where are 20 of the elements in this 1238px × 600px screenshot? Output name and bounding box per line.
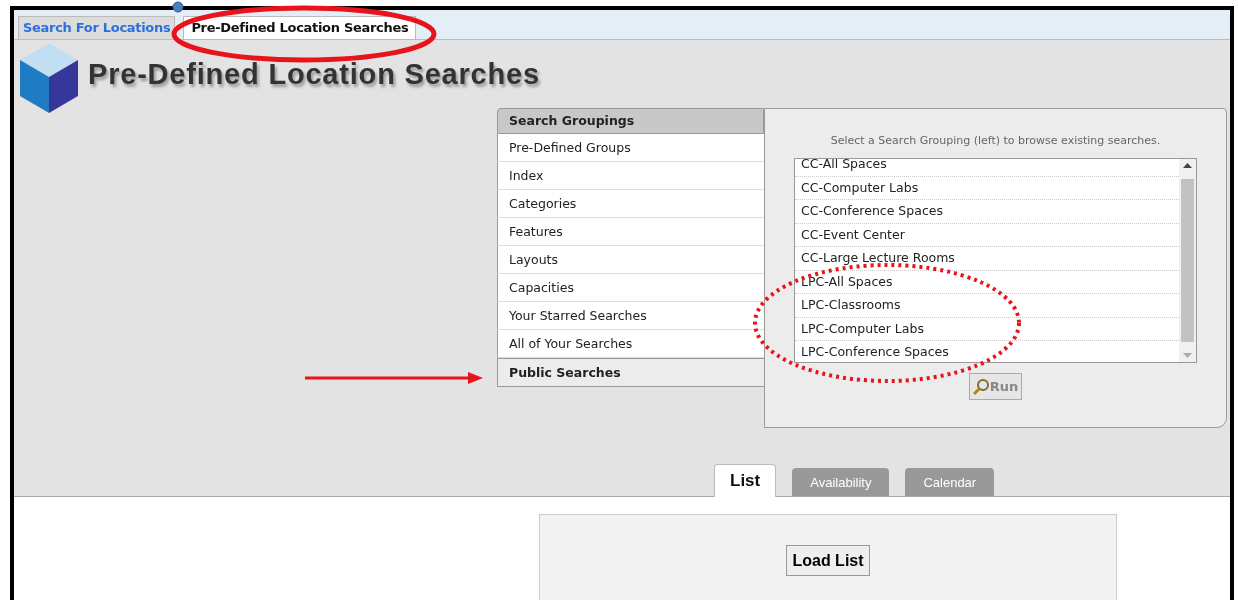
search-item[interactable]: CC-All Spaces xyxy=(795,159,1179,177)
grouping-item[interactable]: Index xyxy=(497,162,764,190)
page-tab[interactable]: Pre-Defined Location Searches xyxy=(183,16,417,39)
grouping-item[interactable]: Categories xyxy=(497,190,764,218)
magnifier-icon xyxy=(972,378,990,395)
grouping-item[interactable]: Public Searches xyxy=(497,358,764,387)
grouping-item[interactable]: All of Your Searches xyxy=(497,330,764,358)
grouping-item[interactable]: Layouts xyxy=(497,246,764,274)
groupings-heading: Search Groupings xyxy=(497,108,764,134)
load-list-button[interactable]: Load List xyxy=(786,545,870,576)
hint-text: Select a Search Grouping (left) to browse existing searches. xyxy=(829,134,1162,149)
scrollbar[interactable] xyxy=(1179,159,1196,362)
grouping-item[interactable]: Pre-Defined Groups xyxy=(497,134,764,162)
cube-icon xyxy=(20,43,78,113)
grouping-item[interactable]: Features xyxy=(497,218,764,246)
handle-dot xyxy=(172,1,184,13)
view-tab[interactable]: List xyxy=(714,464,777,497)
grouping-item[interactable]: Capacities xyxy=(497,274,764,302)
grouping-item[interactable]: Your Starred Searches xyxy=(497,302,764,330)
page-title: Pre-Defined Location Searches xyxy=(88,57,540,91)
